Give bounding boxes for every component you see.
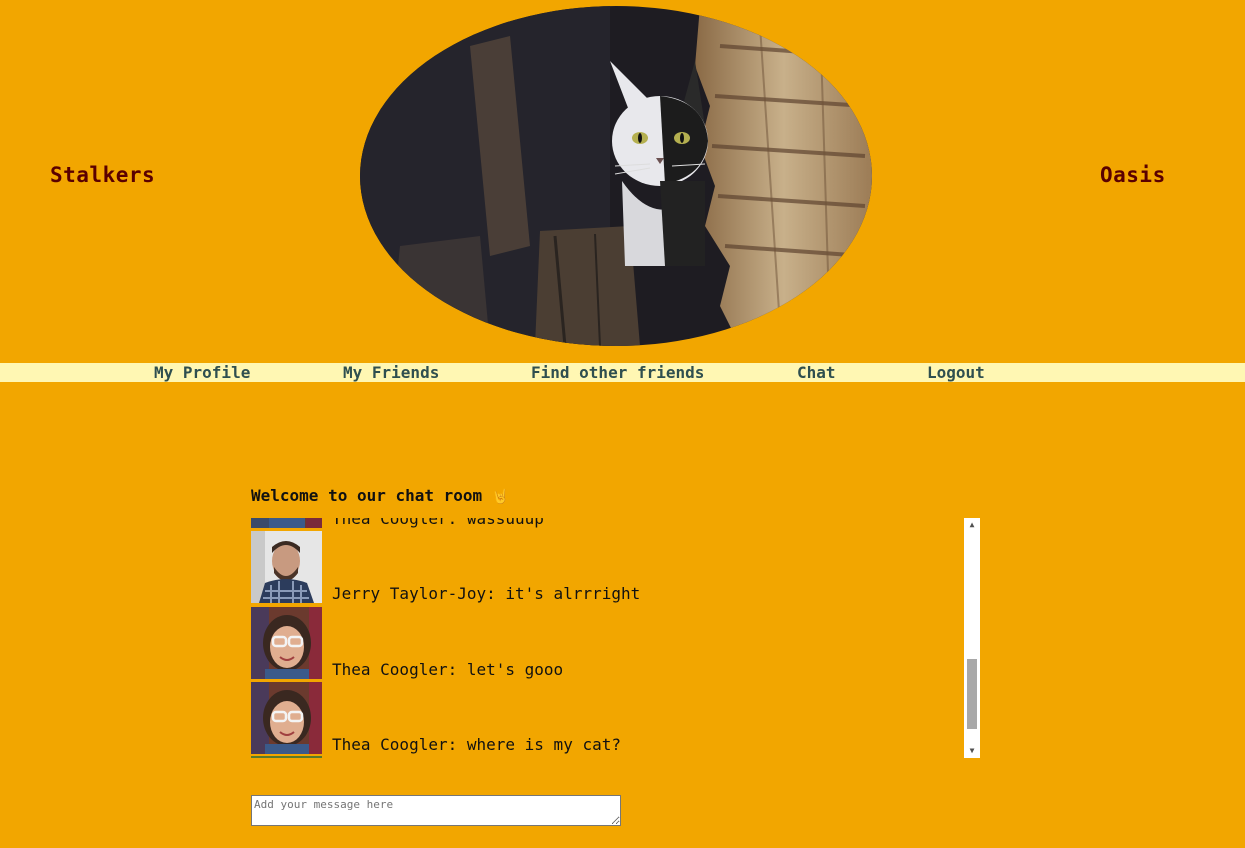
avatar-thea-coogler bbox=[251, 518, 322, 528]
hero-cat-image bbox=[360, 6, 872, 346]
chat-message: Thea Coogler: wassuuup bbox=[251, 518, 966, 528]
main-navigation: My Profile My Friends Find other friends… bbox=[0, 363, 1245, 382]
avatar-thea-coogler bbox=[251, 607, 322, 679]
nav-chat[interactable]: Chat bbox=[797, 363, 836, 382]
scrollbar-thumb[interactable] bbox=[967, 659, 977, 729]
chat-message: Jerry Taylor-Joy: it's alrrright bbox=[251, 531, 966, 603]
scroll-down-icon[interactable]: ▼ bbox=[964, 744, 980, 758]
nav-my-friends[interactable]: My Friends bbox=[343, 363, 439, 382]
chat-messages-panel[interactable]: Thea Coogler: wassuuup Jerry Taylor-Joy:… bbox=[251, 518, 980, 758]
nav-my-profile[interactable]: My Profile bbox=[154, 363, 250, 382]
chat-scrollbar[interactable]: ▲ ▼ bbox=[964, 518, 980, 758]
avatar-thea-coogler bbox=[251, 682, 322, 754]
chat-message-text: Thea Coogler: let's gooo bbox=[332, 660, 564, 679]
scroll-up-icon[interactable]: ▲ bbox=[964, 518, 980, 532]
chat-message-text: Thea Coogler: where is my cat? bbox=[332, 735, 621, 754]
message-input[interactable] bbox=[251, 795, 621, 826]
chat-message-text: Jerry Taylor-Joy: it's alrrright bbox=[332, 584, 641, 603]
rock-hand-icon: 🤘 bbox=[491, 489, 510, 505]
chat-message-text: Thea Coogler: wassuuup bbox=[332, 518, 544, 528]
avatar-jerry-taylor-joy bbox=[251, 531, 322, 603]
nav-logout[interactable]: Logout bbox=[927, 363, 985, 382]
chat-room-heading: Welcome to our chat room 🤘 bbox=[251, 486, 509, 505]
nav-find-other-friends[interactable]: Find other friends bbox=[531, 363, 704, 382]
brand-left-title: Stalkers bbox=[50, 163, 156, 187]
next-avatar-edge bbox=[251, 756, 322, 758]
brand-right-title: Oasis bbox=[1100, 163, 1166, 187]
chat-message: Thea Coogler: let's gooo bbox=[251, 607, 966, 679]
chat-message: Thea Coogler: where is my cat? bbox=[251, 682, 966, 754]
chat-room-title: Welcome to our chat room bbox=[251, 486, 483, 505]
